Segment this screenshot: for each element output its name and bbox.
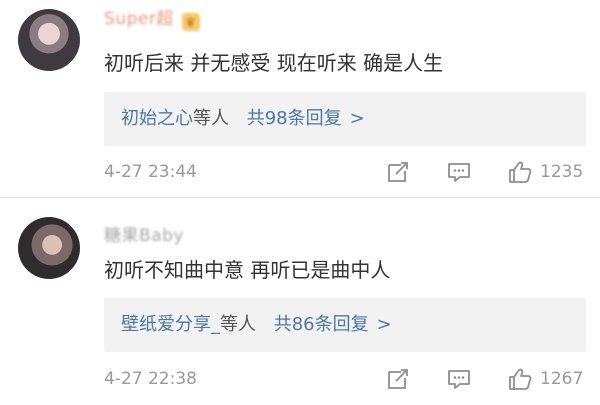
reply-count[interactable]: 共98条回复 bbox=[247, 108, 342, 129]
like-count: 1235 bbox=[540, 162, 584, 182]
reply-line[interactable]: 初始之心等人 共98条回复 > bbox=[121, 106, 365, 132]
timestamp: 4-27 22:38 bbox=[104, 369, 197, 389]
reply-summary[interactable]: 壁纸爱分享_等人 共86条回复 > bbox=[104, 298, 586, 352]
reply-suffix: 等人 bbox=[193, 108, 229, 129]
reply-line[interactable]: 壁纸爱分享_等人 共86条回复 > bbox=[121, 312, 392, 338]
comment-text: 初听不知曲中意 再听已是曲中人 bbox=[104, 258, 391, 282]
username-text[interactable]: Super超 bbox=[104, 9, 174, 29]
chevron-right-icon[interactable]: > bbox=[350, 108, 365, 129]
thumbs-up-icon[interactable] bbox=[507, 367, 533, 391]
share-icon[interactable] bbox=[385, 160, 411, 184]
avatar[interactable] bbox=[18, 217, 80, 279]
avatar[interactable] bbox=[18, 9, 80, 71]
reply-users[interactable]: 初始之心 bbox=[121, 108, 193, 129]
reply-suffix: 等人 bbox=[220, 314, 256, 335]
comment-item: 糖果Baby 初听不知曲中意 再听已是曲中人 壁纸爱分享_等人 共86条回复 > … bbox=[0, 198, 600, 405]
reply-users[interactable]: 壁纸爱分享_ bbox=[121, 314, 220, 335]
comment-item: Super超 ♛ 初听后来 并无感受 现在听来 确是人生 初始之心等人 共98条回… bbox=[0, 0, 600, 198]
username-text[interactable]: 糖果Baby bbox=[104, 226, 184, 246]
chevron-right-icon[interactable]: > bbox=[377, 314, 392, 335]
like-count: 1267 bbox=[540, 369, 584, 389]
username[interactable]: Super超 ♛ bbox=[104, 8, 200, 31]
share-icon[interactable] bbox=[385, 367, 411, 391]
thumbs-up-icon[interactable] bbox=[507, 160, 533, 184]
comment-icon[interactable] bbox=[446, 160, 472, 184]
comment-icon[interactable] bbox=[446, 367, 472, 391]
reply-summary[interactable]: 初始之心等人 共98条回复 > bbox=[104, 92, 586, 146]
timestamp: 4-27 23:44 bbox=[104, 162, 197, 182]
username[interactable]: 糖果Baby bbox=[104, 225, 184, 247]
vip-badge-icon: ♛ bbox=[181, 13, 200, 31]
comment-text: 初听后来 并无感受 现在听来 确是人生 bbox=[104, 51, 444, 75]
reply-count[interactable]: 共86条回复 bbox=[274, 314, 369, 335]
